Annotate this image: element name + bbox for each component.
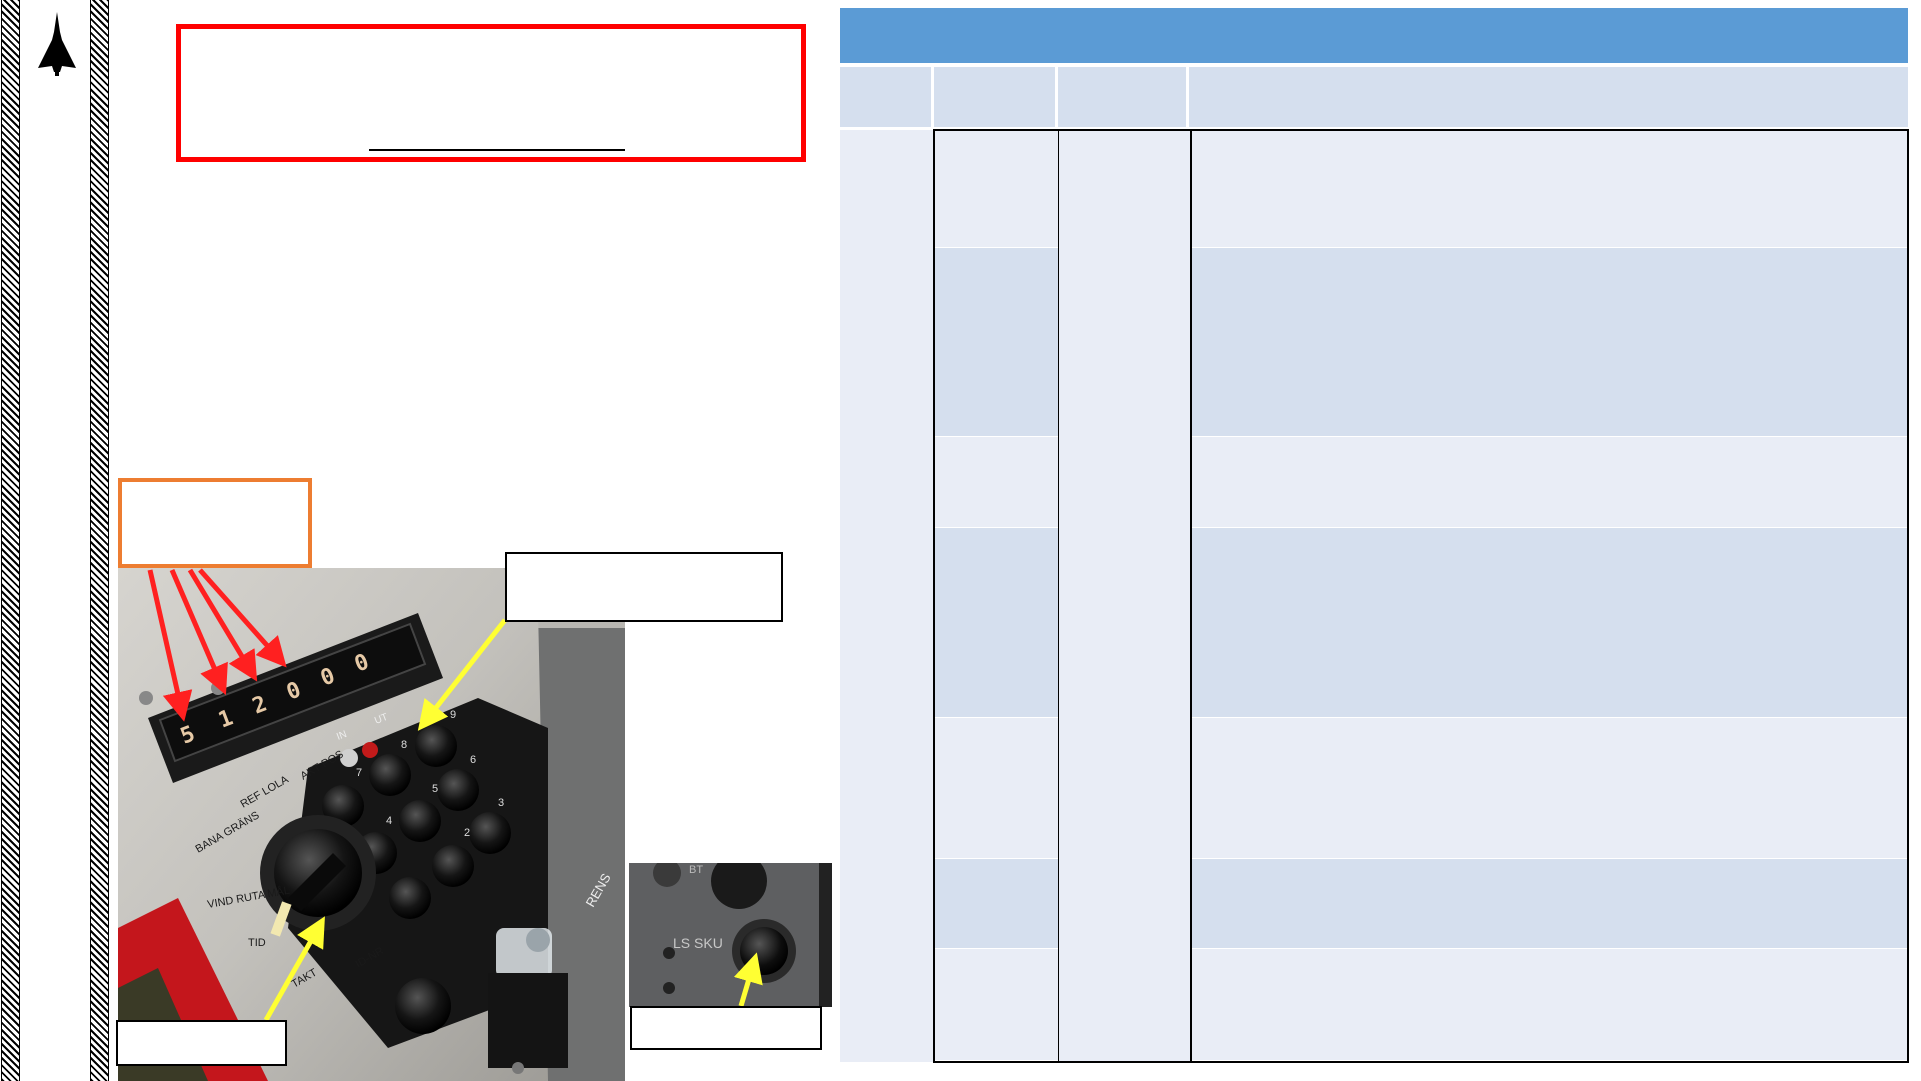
table-merged-column <box>1059 131 1190 1061</box>
key-label: 2 <box>464 827 470 839</box>
column-header-3 <box>1058 67 1189 127</box>
table-group-column <box>840 130 933 1062</box>
table-title-bar <box>840 8 1908 63</box>
bt-label: BT <box>689 864 703 876</box>
table-divider <box>1190 131 1192 1061</box>
title-box <box>176 24 806 162</box>
selector-callout-box <box>116 1020 287 1066</box>
left-hatched-rail <box>1 0 20 1081</box>
key-label: 7 <box>356 767 362 779</box>
tid-label: TID <box>248 937 266 949</box>
ut-indicator-light <box>362 742 378 758</box>
in-ut-callout-box <box>505 552 783 622</box>
ls-sku-label: LS SKU <box>673 935 723 951</box>
table-column-header-row <box>840 67 1908 127</box>
key-label: 9 <box>450 709 456 721</box>
table-body <box>933 129 1909 1063</box>
navigation-panel-photo: 5 1 2 0 0 0 IN UT 9 8 6 7 5 3 4 2 AKT PO… <box>118 568 625 1081</box>
key-label: 3 <box>498 797 504 809</box>
key-label: 5 <box>432 783 438 795</box>
right-hatched-rail <box>90 0 109 1081</box>
title-underline <box>369 149 625 151</box>
readout-callout-box <box>118 478 312 568</box>
key-label: 4 <box>386 815 392 827</box>
ls-sku-callout-box <box>630 1006 822 1050</box>
column-header-2 <box>934 67 1058 127</box>
jet-silhouette-icon <box>38 12 76 76</box>
key-label: 8 <box>401 739 407 751</box>
ls-sku-button-photo: LS SKU BT <box>629 863 832 1007</box>
key-label: 6 <box>470 754 476 766</box>
column-header-1 <box>840 67 934 127</box>
